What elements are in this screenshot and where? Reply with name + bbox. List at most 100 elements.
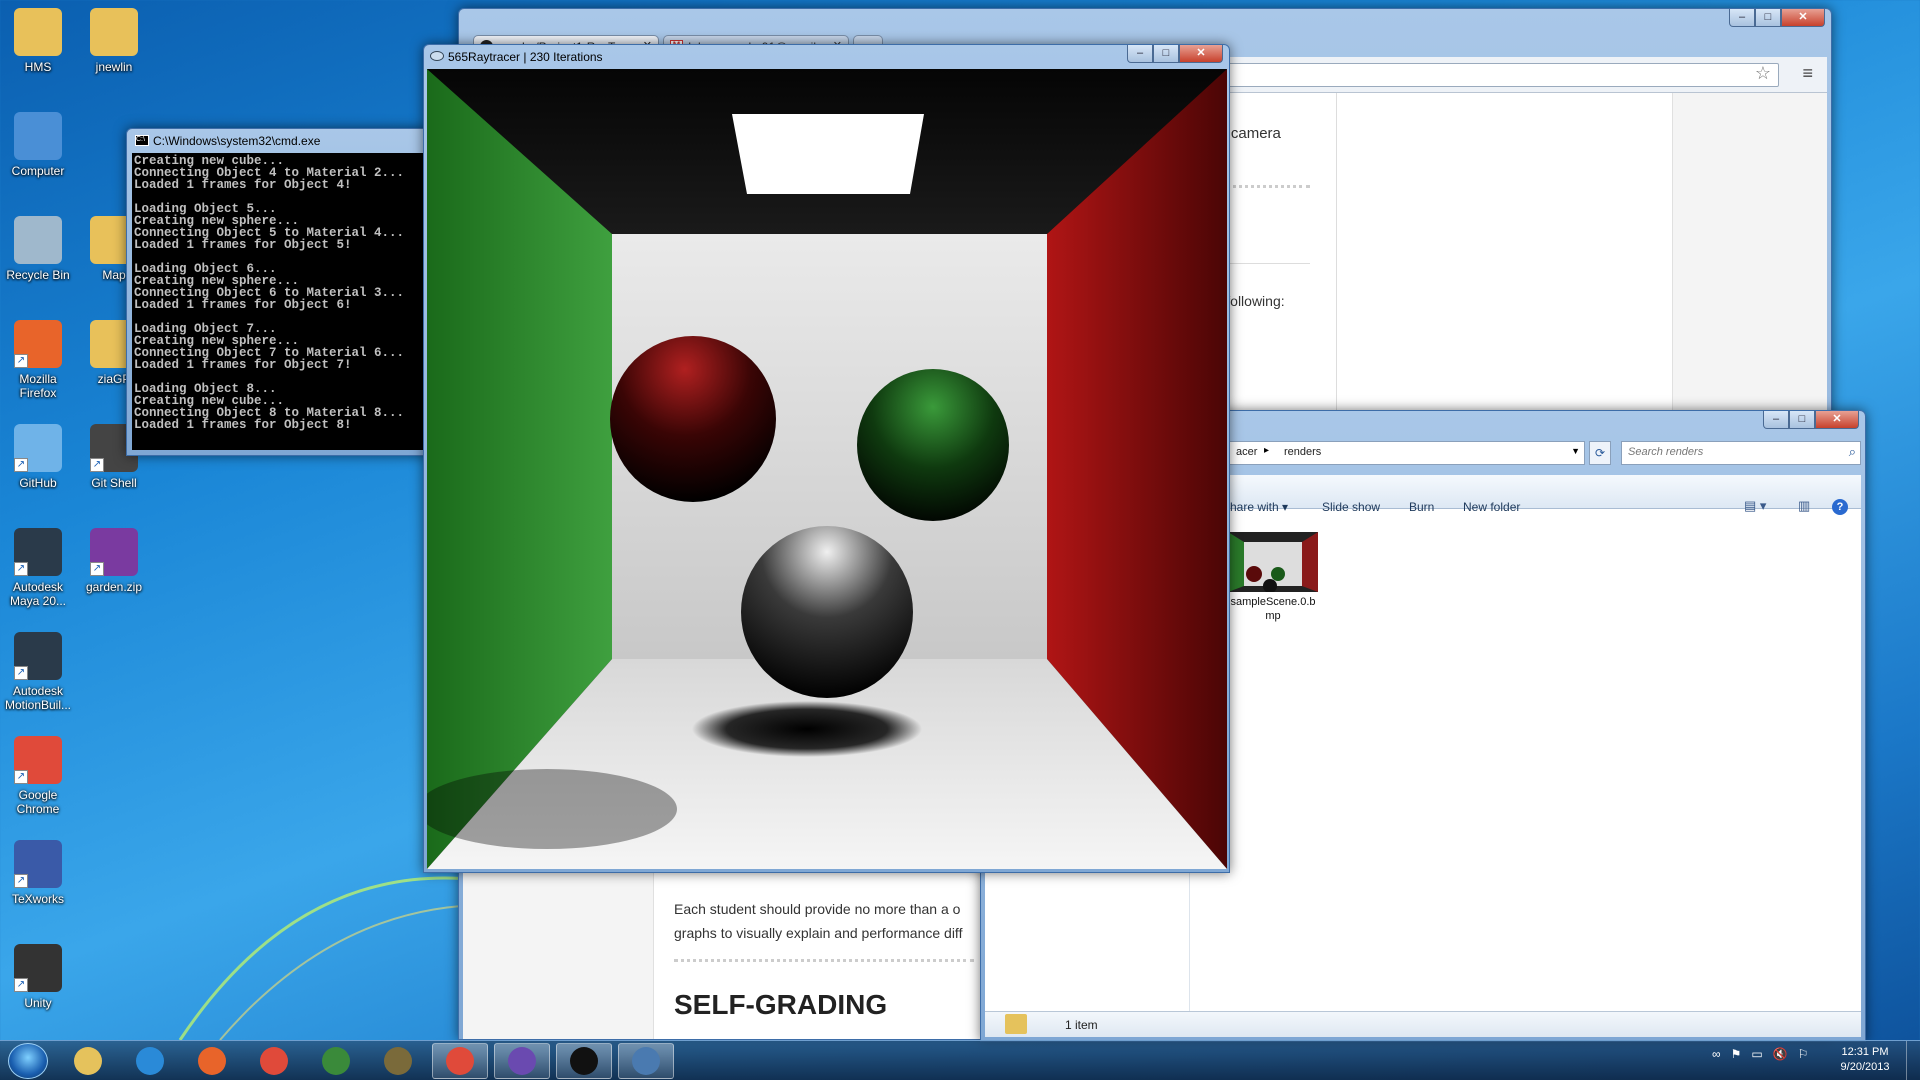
cmd-line: Loaded 1 frames for Object 4! xyxy=(134,178,352,192)
desktop-icon-label: Autodesk Maya 20... xyxy=(9,580,67,608)
slide-show-button[interactable]: Slide show xyxy=(1322,500,1380,514)
close-button[interactable]: ✕ xyxy=(1781,9,1825,27)
internet-explorer-icon xyxy=(136,1047,164,1075)
help-icon[interactable]: ? xyxy=(1832,499,1848,515)
section-heading: SELF-GRADING xyxy=(674,989,888,1020)
zip-archive-icon: ↗ xyxy=(90,528,138,576)
security-icon[interactable]: ⚑ xyxy=(1731,1047,1742,1061)
desktop-icon[interactable]: HMS xyxy=(0,8,76,74)
cmd-line: Loaded 1 frames for Object 8! xyxy=(134,418,352,432)
desktop-icon[interactable]: ↗ Autodesk Maya 20... xyxy=(0,528,76,608)
desktop-icon[interactable]: ↗ Google Chrome xyxy=(0,736,76,816)
cmd-line: Loaded 1 frames for Object 7! xyxy=(134,358,352,372)
bookmark-star-icon[interactable]: ☆ xyxy=(1755,63,1771,84)
taskbar-button[interactable] xyxy=(246,1043,302,1079)
file-thumbnail xyxy=(1228,532,1318,593)
burn-button[interactable]: Burn xyxy=(1409,500,1434,514)
taskbar-button[interactable] xyxy=(60,1043,116,1079)
taskbar-button[interactable] xyxy=(618,1043,674,1079)
clock[interactable]: 12:31 PM 9/20/2013 xyxy=(1836,1045,1894,1075)
breadcrumb-arrow-icon: ▸ xyxy=(1264,445,1270,456)
cmd-icon xyxy=(570,1047,598,1075)
sublime-text-icon xyxy=(384,1047,412,1075)
desktop-icon-label: Google Chrome xyxy=(16,788,60,816)
maya-icon: ↗ xyxy=(14,528,62,576)
shortcut-arrow-icon: ↗ xyxy=(14,562,28,576)
search-icon[interactable]: ⌕ xyxy=(1849,444,1856,460)
taskbar-button[interactable] xyxy=(184,1043,240,1079)
maximize-button[interactable]: □ xyxy=(1789,411,1815,429)
breadcrumb-item[interactable]: acer xyxy=(1236,446,1257,458)
taskbar-button[interactable] xyxy=(556,1043,612,1079)
chrome-icon: ↗ xyxy=(14,736,62,784)
folder-icon xyxy=(14,8,62,56)
cmd-title: C:\Windows\system32\cmd.exe xyxy=(153,134,321,148)
close-button[interactable]: ✕ xyxy=(1815,411,1859,429)
cmd-line: Loaded 1 frames for Object 6! xyxy=(134,298,352,312)
cmd-window[interactable]: C:\ C:\Windows\system32\cmd.exe Creating… xyxy=(126,128,431,456)
desktop-icon[interactable]: jnewlin xyxy=(76,8,152,74)
refresh-icon[interactable]: ⟳ xyxy=(1589,441,1611,465)
shortcut-arrow-icon: ↗ xyxy=(90,562,104,576)
texworks-icon: ↗ xyxy=(14,840,62,888)
raytracer-window[interactable]: 565Raytracer | 230 Iterations – □ ✕ xyxy=(423,44,1230,873)
visual-studio-tray-icon[interactable]: ∞ xyxy=(1712,1047,1721,1061)
sidebar-divider xyxy=(1336,93,1337,423)
view-options-icon[interactable]: ▤ ▾ xyxy=(1744,498,1766,514)
folder-icon xyxy=(90,8,138,56)
firefox-icon xyxy=(198,1047,226,1075)
chrome-icon xyxy=(446,1047,474,1075)
cmd-output: Creating new cube... Connecting Object 4 … xyxy=(132,153,425,433)
desktop-icon[interactable]: Recycle Bin xyxy=(0,216,76,282)
desktop-icon[interactable]: Computer xyxy=(0,112,76,178)
sphere-shadow xyxy=(692,701,922,757)
taskbar-button[interactable] xyxy=(308,1043,364,1079)
start-button[interactable] xyxy=(8,1043,48,1079)
cmd-console[interactable]: Creating new cube... Connecting Object 4 … xyxy=(132,153,425,450)
minimize-button[interactable]: – xyxy=(1763,411,1789,429)
clock-time: 12:31 PM xyxy=(1841,1046,1889,1058)
desktop-icon[interactable]: ↗ garden.zip xyxy=(76,528,152,594)
taskbar-button[interactable] xyxy=(122,1043,178,1079)
article-paragraph: Each student should provide no more than… xyxy=(674,897,994,945)
volume-muted-icon[interactable]: 🔇 xyxy=(1773,1047,1788,1061)
red-sphere xyxy=(610,336,776,502)
computer-icon xyxy=(14,112,62,160)
github-icon: ↗ xyxy=(14,424,62,472)
taskbar-button[interactable] xyxy=(432,1043,488,1079)
recycle-bin-icon xyxy=(14,216,62,264)
minimize-button[interactable]: – xyxy=(1127,45,1153,63)
show-desktop-button[interactable] xyxy=(1906,1041,1920,1080)
preview-pane-icon[interactable]: ▥ xyxy=(1798,498,1810,514)
maximize-button[interactable]: □ xyxy=(1755,9,1781,27)
shortcut-arrow-icon: ↗ xyxy=(14,354,28,368)
floor-shadow xyxy=(427,769,677,849)
maximize-button[interactable]: □ xyxy=(1153,45,1179,63)
new-folder-button[interactable]: New folder xyxy=(1463,500,1520,514)
breadcrumb-item[interactable]: renders xyxy=(1284,446,1321,458)
taskbar-button[interactable] xyxy=(494,1043,550,1079)
desktop-icon[interactable]: ↗ TeXworks xyxy=(0,840,76,906)
taskbar-button[interactable] xyxy=(370,1043,426,1079)
chevron-down-icon[interactable]: ▼ xyxy=(1571,446,1580,456)
desktop-icon-label: GitHub xyxy=(19,476,57,490)
network-icon[interactable]: ▭ xyxy=(1751,1047,1762,1061)
system-tray: ∞ ⚑ ▭ 🔇 ⚐ xyxy=(1712,1047,1808,1061)
search-input[interactable]: Search renders ⌕ xyxy=(1621,441,1861,465)
share-with-menu[interactable]: hare with ▾ xyxy=(1230,500,1288,514)
desktop-icon[interactable]: ↗ Unity xyxy=(0,944,76,1010)
shortcut-arrow-icon: ↗ xyxy=(90,458,104,472)
desktop-icon[interactable]: ↗ GitHub xyxy=(0,424,76,490)
desktop-icon[interactable]: ↗ Mozilla Firefox xyxy=(0,320,76,400)
file-item[interactable]: sampleScene.0.bmp xyxy=(1228,532,1318,632)
folder-icon xyxy=(1005,1014,1027,1034)
render-canvas xyxy=(427,69,1227,869)
cmd-line: Loaded 1 frames for Object 5! xyxy=(134,238,352,252)
close-button[interactable]: ✕ xyxy=(1179,45,1223,63)
menu-icon[interactable]: ≡ xyxy=(1802,63,1813,84)
desktop-icon[interactable]: ↗ Autodesk MotionBuil... xyxy=(0,632,76,712)
white-sphere xyxy=(741,526,913,698)
unity-icon: ↗ xyxy=(14,944,62,992)
minimize-button[interactable]: – xyxy=(1729,9,1755,27)
flag-icon[interactable]: ⚐ xyxy=(1798,1047,1809,1061)
